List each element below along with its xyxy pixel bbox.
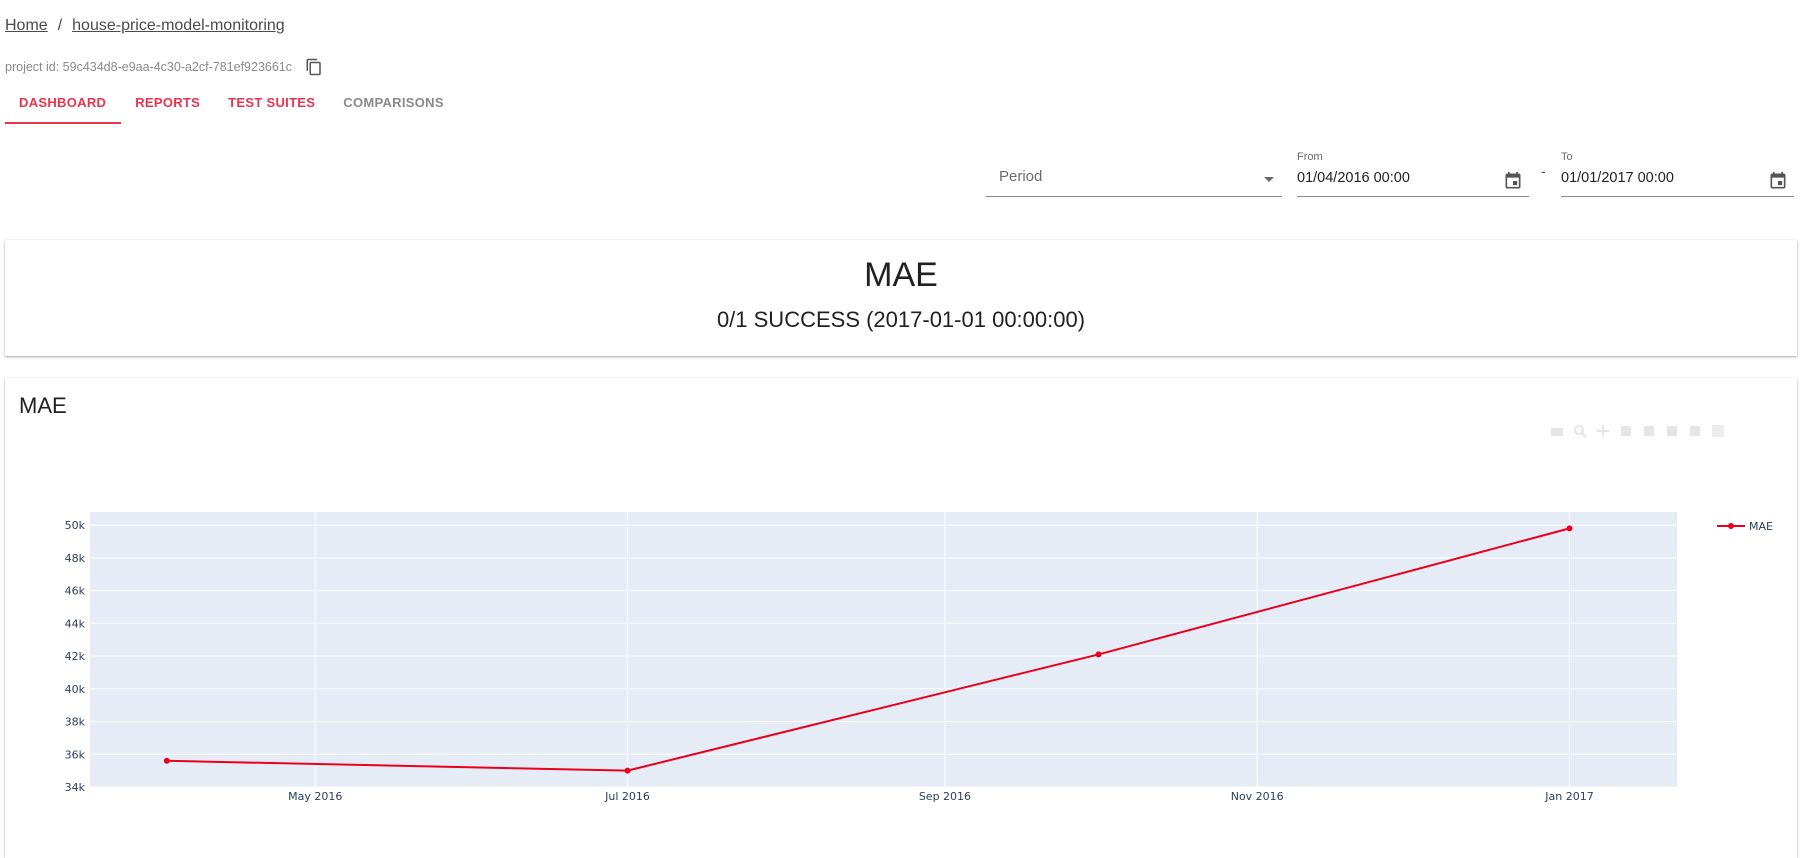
x-tick-label: May 2016: [288, 790, 342, 803]
mae-line-chart: 34k 36k 38k 40k 42k 44k 46k 48k 50k May 2016 Jul 2…: [65, 512, 1773, 803]
y-tick-label: 36k: [65, 748, 86, 761]
tab-dashboard[interactable]: DASHBOARD: [5, 90, 122, 124]
tabs-bar: DASHBOARD REPORTS TEST SUITES COMPARISON…: [5, 90, 458, 124]
x-tick-label: Sep 2016: [919, 790, 971, 803]
calendar-icon[interactable]: [1768, 171, 1788, 191]
legend-marker: [1728, 523, 1734, 529]
counter-title: MAE: [864, 256, 938, 294]
counter-card: MAE 0/1 SUCCESS (2017-01-01 00:00:00): [5, 240, 1797, 356]
to-date-label: To: [1561, 151, 1573, 163]
y-tick-label: 38k: [65, 716, 86, 729]
x-tick-label: Jul 2016: [604, 790, 650, 803]
tab-comparisons[interactable]: COMPARISONS: [329, 90, 458, 124]
breadcrumb-home-link[interactable]: Home: [5, 17, 48, 35]
breadcrumb-separator: /: [57, 17, 63, 34]
to-date-field: To: [1561, 148, 1794, 197]
data-point: [163, 757, 170, 764]
dropdown-arrow-icon: [1264, 177, 1274, 182]
counter-value: 0/1 SUCCESS (2017-01-01 00:00:00): [716, 307, 1086, 332]
y-tick-label: 44k: [65, 617, 86, 630]
tab-test-suites[interactable]: TEST SUITES: [214, 90, 329, 124]
content-copy-icon[interactable]: [305, 58, 323, 76]
data-point: [624, 767, 631, 774]
x-tick-label: Nov 2016: [1231, 790, 1284, 803]
y-tick-label: 34k: [65, 781, 86, 794]
period-select-label: Period: [999, 168, 1043, 185]
tab-reports[interactable]: REPORTS: [121, 90, 214, 124]
project-id-text: project id: 59c434d8-e9aa-4c30-a2cf-781e…: [5, 60, 293, 74]
y-tick-label: 40k: [65, 683, 86, 696]
data-point: [1566, 525, 1573, 532]
y-tick-label: 50k: [65, 519, 86, 532]
plot-background: [90, 512, 1677, 787]
x-tick-label: Jan 2017: [1544, 790, 1593, 803]
y-tick-label: 46k: [65, 585, 86, 598]
from-date-input[interactable]: [1297, 170, 1497, 186]
calendar-icon[interactable]: [1503, 171, 1523, 191]
date-range-dash: -: [1541, 163, 1546, 179]
data-point: [1095, 651, 1102, 658]
period-select[interactable]: Period: [986, 160, 1282, 197]
legend-label: MAE: [1749, 520, 1773, 533]
from-date-label: From: [1297, 151, 1323, 163]
project-id-row: project id: 59c434d8-e9aa-4c30-a2cf-781e…: [5, 58, 323, 76]
breadcrumb-project-link[interactable]: house-price-model-monitoring: [72, 17, 285, 35]
to-date-input[interactable]: [1561, 170, 1761, 186]
y-tick-label: 42k: [65, 650, 86, 663]
breadcrumb: Home / house-price-model-monitoring: [5, 17, 285, 35]
y-tick-label: 48k: [65, 552, 86, 565]
from-date-field: From: [1297, 148, 1529, 197]
plot-card: MAE 34k 36k 38k 40k 42k 44k 46k 48k 50k May 2016 J…: [5, 378, 1797, 858]
